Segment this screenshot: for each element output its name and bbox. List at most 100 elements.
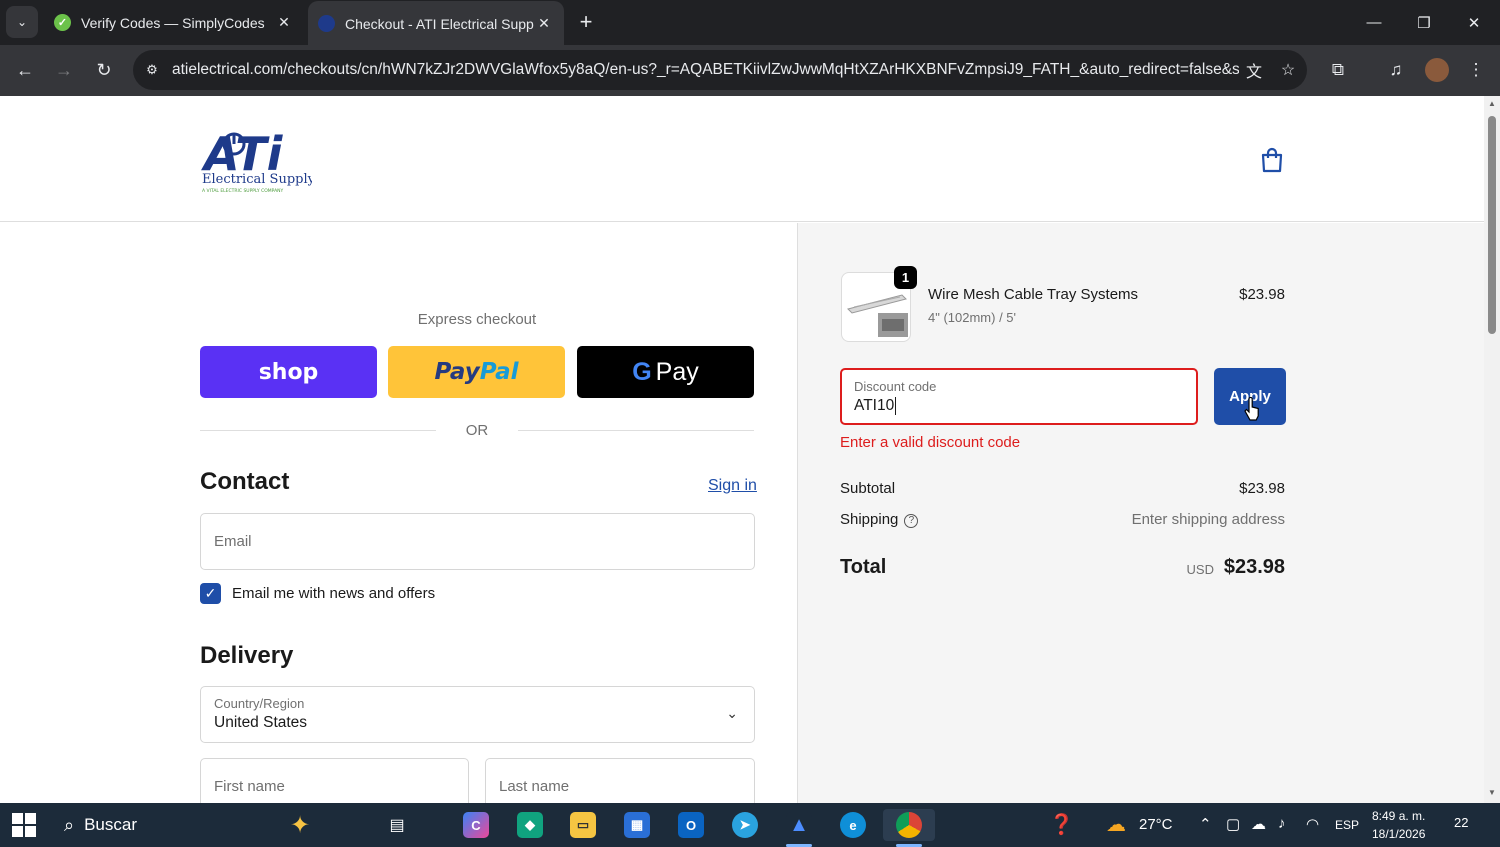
minimize-icon[interactable]: — bbox=[1350, 0, 1398, 45]
telegram-icon[interactable]: ➤ bbox=[725, 809, 765, 841]
page-scrollbar[interactable]: ▲ ▼ bbox=[1484, 96, 1500, 803]
tab-title: Checkout - ATI Electrical Supply bbox=[345, 15, 534, 32]
back-icon[interactable]: ← bbox=[9, 54, 41, 86]
wifi-icon[interactable]: ◠ bbox=[1306, 815, 1319, 833]
taskbar-search[interactable]: ⌕ Buscar bbox=[54, 803, 366, 847]
discount-error-message: Enter a valid discount code bbox=[840, 434, 1021, 451]
forward-icon[interactable]: → bbox=[48, 54, 80, 86]
copilot-app-icon[interactable]: C bbox=[456, 809, 496, 841]
subtotal-label: Subtotal bbox=[840, 480, 896, 497]
scroll-up-icon[interactable]: ▲ bbox=[1487, 99, 1497, 109]
total-currency: USD bbox=[1186, 562, 1214, 577]
last-name-field[interactable]: Last name bbox=[485, 758, 755, 803]
notification-badge[interactable]: 22 bbox=[1454, 815, 1468, 830]
checkout-header: ATi Electrical Supply A VITAL ELECTRIC S… bbox=[0, 96, 1484, 222]
url-text[interactable]: atielectrical.com/checkouts/cn/hWN7kZJr2… bbox=[172, 61, 1239, 79]
profile-avatar[interactable] bbox=[1425, 58, 1449, 82]
windows-taskbar: ⌕ Buscar ✦ ▤ C ◆ ▭ ▦ O ➤ ▲ e ❓ ☁ 27°C ⌃ … bbox=[0, 803, 1500, 847]
google-pay-button[interactable]: G Pay bbox=[577, 346, 754, 398]
google-g-icon: G bbox=[632, 357, 652, 386]
paypal-label-1: Pay bbox=[434, 359, 480, 385]
quantity-badge: 1 bbox=[894, 266, 917, 289]
site-info-icon[interactable]: ⚙ bbox=[142, 60, 162, 80]
paypal-button[interactable]: Pay Pal bbox=[388, 346, 565, 398]
google-pay-label: Pay bbox=[655, 357, 699, 386]
product-name: Wire Mesh Cable Tray Systems bbox=[928, 286, 1139, 303]
product-thumbnail: 1 bbox=[841, 266, 917, 342]
sign-in-link[interactable]: Sign in bbox=[708, 477, 757, 495]
ati-logo[interactable]: ATi Electrical Supply A VITAL ELECTRIC S… bbox=[200, 120, 316, 196]
extensions-icon[interactable]: ⧉ bbox=[1322, 54, 1354, 86]
subtotal-value: $23.98 bbox=[1239, 480, 1285, 497]
country-label: Country/Region bbox=[214, 696, 305, 711]
shipping-row: Shipping? bbox=[840, 511, 919, 528]
email-placeholder: Email bbox=[214, 533, 252, 550]
contact-heading: Contact bbox=[200, 468, 290, 495]
clock[interactable]: 8:49 a. m. 18/1/2026 bbox=[1372, 807, 1425, 843]
taskbar-search-label: Buscar bbox=[84, 815, 138, 834]
address-bar[interactable]: ⚙ atielectrical.com/checkouts/cn/hWN7kZJ… bbox=[133, 50, 1307, 90]
edge-browser-icon[interactable]: e bbox=[833, 809, 873, 841]
discount-code-field[interactable]: Discount code ATI10 bbox=[840, 368, 1198, 425]
country-value: United States bbox=[214, 714, 308, 731]
bookmark-star-icon[interactable]: ☆ bbox=[1273, 55, 1303, 85]
logo-tagline: A VITAL ELECTRIC SUPPLY COMPANY bbox=[202, 188, 284, 194]
total-label: Total bbox=[840, 556, 887, 578]
chevron-up-icon[interactable]: ⌃ bbox=[1199, 815, 1212, 833]
shipping-value: Enter shipping address bbox=[1131, 511, 1285, 528]
outlook-icon[interactable]: O bbox=[671, 809, 711, 841]
tab-simplycodes[interactable]: ✓ Verify Codes — SimplyCodes ✕ bbox=[44, 0, 304, 45]
email-field[interactable]: Email bbox=[200, 513, 755, 570]
vpn-app-icon[interactable]: ▲ bbox=[779, 809, 819, 841]
logo-subtitle: Electrical Supply bbox=[202, 172, 312, 187]
onedrive-cloud-icon[interactable]: ☁ bbox=[1251, 815, 1266, 833]
clock-time: 8:49 a. m. bbox=[1372, 809, 1426, 823]
menu-dots-icon[interactable]: ⋮ bbox=[1460, 54, 1492, 86]
translate-icon[interactable]: 文 bbox=[1239, 55, 1269, 85]
order-summary-column: 1 Wire Mesh Cable Tray Systems 4" (102mm… bbox=[797, 223, 1484, 803]
close-window-icon[interactable]: ✕ bbox=[1450, 0, 1498, 45]
product-variant: 4" (102mm) / 5' bbox=[928, 310, 1017, 325]
express-checkout-label: Express checkout bbox=[417, 311, 537, 328]
or-label: OR bbox=[465, 421, 489, 439]
discount-code-value[interactable]: ATI10 bbox=[854, 397, 897, 415]
help-circle-icon[interactable]: ? bbox=[904, 514, 919, 528]
reload-icon[interactable]: ↻ bbox=[88, 54, 120, 86]
meet-icon[interactable]: ▢ bbox=[1226, 815, 1240, 833]
tab-checkout[interactable]: Checkout - ATI Electrical Supply ✕ bbox=[308, 1, 564, 46]
language-indicator[interactable]: ESP bbox=[1335, 818, 1359, 832]
close-tab-icon[interactable]: ✕ bbox=[534, 14, 554, 34]
task-view-icon[interactable]: ▤ bbox=[377, 809, 417, 841]
file-explorer-icon[interactable]: ▭ bbox=[563, 809, 603, 841]
copilot-sparkle-icon[interactable]: ✦ bbox=[290, 811, 310, 840]
file-app-icon[interactable]: ◆ bbox=[510, 809, 550, 841]
simplycodes-favicon-icon: ✓ bbox=[54, 14, 71, 31]
discount-code-label: Discount code bbox=[854, 379, 937, 394]
windows-start-icon[interactable] bbox=[12, 813, 36, 837]
tab-title: Verify Codes — SimplyCodes bbox=[81, 14, 265, 31]
country-select[interactable]: Country/Region United States ⌄ bbox=[200, 686, 755, 743]
microsoft-store-icon[interactable]: ▦ bbox=[617, 809, 657, 841]
newsletter-checkbox[interactable]: ✓ bbox=[200, 583, 221, 604]
shop-pay-button[interactable]: shop bbox=[200, 346, 377, 398]
volume-icon[interactable]: ♪ bbox=[1278, 815, 1286, 832]
first-name-field[interactable]: First name bbox=[200, 758, 469, 803]
restore-icon[interactable]: ❐ bbox=[1400, 0, 1448, 45]
new-tab-icon[interactable]: + bbox=[572, 8, 600, 36]
checkout-page: ATi Electrical Supply A VITAL ELECTRIC S… bbox=[0, 96, 1484, 803]
weather-icon[interactable]: ☁ bbox=[1106, 812, 1126, 837]
tab-search-icon[interactable]: ⌄ bbox=[6, 6, 38, 38]
media-control-icon[interactable]: ♫ bbox=[1380, 54, 1412, 86]
shopping-bag-icon[interactable] bbox=[1259, 146, 1285, 174]
ati-favicon-icon bbox=[318, 15, 335, 32]
scroll-down-icon[interactable]: ▼ bbox=[1487, 788, 1497, 798]
help-icon[interactable]: ❓ bbox=[1049, 812, 1074, 837]
chrome-browser-icon[interactable] bbox=[883, 809, 935, 841]
product-price: $23.98 bbox=[1239, 286, 1285, 303]
first-name-placeholder: First name bbox=[214, 778, 285, 795]
temperature-text[interactable]: 27°C bbox=[1139, 816, 1173, 833]
browser-toolbar: ← → ↻ ⚙ atielectrical.com/checkouts/cn/h… bbox=[0, 45, 1500, 96]
scroll-thumb[interactable] bbox=[1488, 116, 1496, 334]
close-tab-icon[interactable]: ✕ bbox=[274, 13, 294, 33]
hand-cursor-icon bbox=[1244, 397, 1259, 421]
